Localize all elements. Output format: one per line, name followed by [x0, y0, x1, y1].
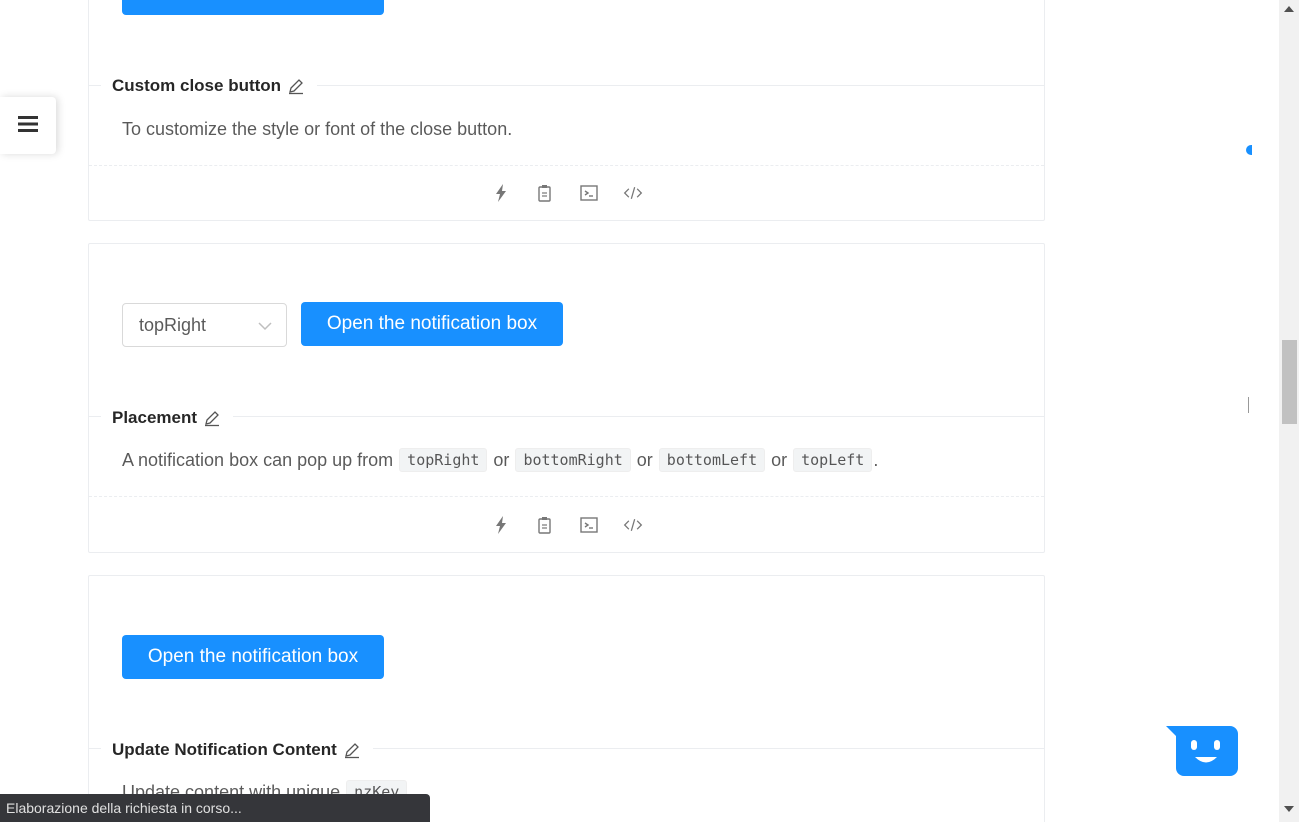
code-sandbox-icon[interactable]: [577, 513, 601, 537]
thunderbolt-icon[interactable]: [489, 181, 513, 205]
demo-title-text: Custom close button: [112, 76, 282, 95]
demo-title-text: Placement: [112, 408, 198, 427]
demo-title: Custom close button: [101, 76, 318, 96]
demo-description-text: To customize the style or font of the cl…: [122, 119, 513, 139]
placement-select[interactable]: topRight: [122, 303, 287, 347]
code-icon[interactable]: [621, 513, 645, 537]
placement-select-value: topRight: [139, 314, 207, 335]
demo-title: Update Notification Content: [101, 740, 373, 760]
demo-card-update: Open the notification box Update Notific…: [88, 575, 1045, 822]
open-notification-button-top[interactable]: [122, 0, 384, 15]
card-dashed-divider: [89, 496, 1044, 497]
code-top-left: topLeft: [793, 448, 873, 472]
helper-bot-button[interactable]: [1166, 726, 1238, 776]
copy-icon[interactable]: [533, 513, 557, 537]
open-notification-button[interactable]: Open the notification box: [122, 635, 384, 679]
demo-description: A notification box can pop up from topRi…: [122, 448, 878, 472]
demo-actions: [89, 513, 1044, 537]
open-notification-button[interactable]: Open the notification box: [301, 302, 563, 346]
demo-card-close-button: Custom close button To customize the sty…: [88, 0, 1045, 221]
demo-title: Placement: [101, 408, 234, 428]
code-sandbox-icon[interactable]: [577, 181, 601, 205]
card-dashed-divider: [89, 165, 1044, 166]
demo-card-placement: topRight Open the notification box Place…: [88, 243, 1045, 553]
edit-icon[interactable]: [287, 77, 305, 95]
demo-description-prefix: A notification box can pop up from: [122, 449, 394, 470]
code-icon[interactable]: [621, 181, 645, 205]
edit-icon[interactable]: [203, 409, 221, 427]
chevron-down-icon: [258, 315, 272, 336]
demo-title-text: Update Notification Content: [112, 740, 337, 759]
helper-bot-ear: [1166, 726, 1178, 738]
or-text: or: [636, 449, 653, 470]
code-bottom-left: bottomLeft: [658, 448, 766, 472]
scroll-up-arrow[interactable]: [1284, 6, 1294, 12]
anchor-tick: [1248, 397, 1249, 413]
thunderbolt-icon[interactable]: [489, 513, 513, 537]
browser-status-bar: Elaborazione della richiesta in corso...: [0, 794, 430, 822]
code-top-right: topRight: [399, 448, 488, 472]
smiley-icon: [1166, 726, 1238, 780]
edit-icon[interactable]: [343, 741, 361, 759]
page: Custom close button To customize the sty…: [0, 0, 1299, 822]
demo-actions: [89, 181, 1044, 205]
copy-icon[interactable]: [533, 181, 557, 205]
scroll-down-arrow[interactable]: [1284, 806, 1294, 812]
demo-description-suffix: .: [873, 449, 879, 470]
or-text: or: [771, 449, 788, 470]
menu-toggle-button[interactable]: [0, 97, 56, 154]
scroll-thumb[interactable]: [1282, 340, 1297, 424]
vertical-scrollbar[interactable]: [1279, 0, 1299, 822]
status-bar-text: Elaborazione della richiesta in corso...: [6, 800, 242, 816]
or-text: or: [493, 449, 510, 470]
menu-icon: [18, 115, 38, 137]
anchor-indicator: [1246, 145, 1252, 155]
demo-description: To customize the style or font of the cl…: [122, 119, 512, 140]
code-bottom-right: bottomRight: [515, 448, 631, 472]
